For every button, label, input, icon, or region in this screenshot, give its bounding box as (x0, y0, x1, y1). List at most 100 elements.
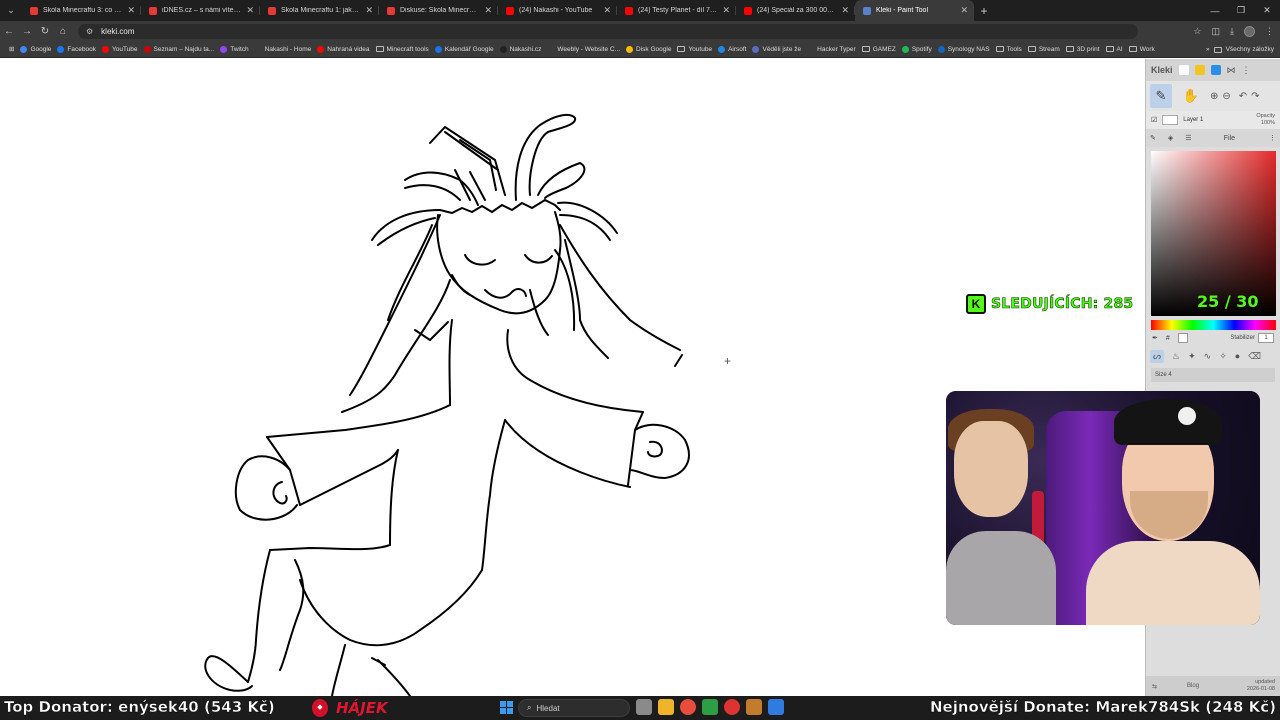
browser-tab[interactable]: Škola Minecraftu 1: jak přežít p ✕ (260, 0, 379, 21)
bookmark-item[interactable]: Hacker Typer (804, 45, 859, 53)
bookmark-item[interactable]: Weebly - Website C... (544, 45, 623, 53)
app-icon[interactable] (746, 699, 762, 715)
open-folder-icon[interactable] (1194, 65, 1205, 75)
all-bookmarks[interactable]: Všechny záložky (1226, 46, 1274, 53)
forward-icon[interactable]: → (18, 21, 36, 41)
back-icon[interactable]: ← (0, 21, 18, 41)
size-slider[interactable]: Size 4 (1151, 368, 1275, 382)
chemy-brush-icon[interactable]: ✧ (1219, 351, 1227, 362)
browser-tab[interactable]: (24) Speciál za 300 000 odběr ✕ (736, 0, 855, 21)
tab-close-icon[interactable]: ✕ (246, 5, 254, 16)
stabilizer-select[interactable]: 1 (1258, 333, 1274, 343)
tab-brush-icon[interactable]: ✎ (1150, 134, 1156, 142)
tab-search-icon[interactable]: ⌄ (0, 0, 22, 21)
site-info-icon[interactable]: ⚙ (86, 27, 93, 36)
more-icon[interactable]: ⋮ (1242, 65, 1251, 76)
star-icon[interactable]: ☆ (1193, 26, 1201, 37)
browser-tab[interactable]: Diskuse: Škola Minecraftu 1: jak ✕ (379, 0, 498, 21)
undo-icon[interactable]: ↶ (1239, 91, 1247, 102)
home-icon[interactable]: ⌂ (54, 21, 72, 41)
bookmark-item[interactable]: Minecraft tools (373, 46, 432, 53)
redo-icon[interactable]: ↷ (1251, 91, 1259, 102)
windows-start-icon[interactable] (500, 701, 513, 714)
bookmark-item[interactable]: Synology NAS (935, 45, 993, 53)
maximize-icon[interactable]: ❐ (1228, 0, 1254, 21)
bookmark-item[interactable]: Work (1126, 46, 1158, 53)
taskbar-search[interactable]: ⌕ Hledat (518, 699, 630, 717)
hand-tool-icon[interactable]: ✋ (1180, 84, 1202, 108)
bookmark-item[interactable]: Stream (1025, 46, 1063, 53)
browser-tab[interactable]: iDNES.cz – s námi víte víc ✕ (141, 0, 260, 21)
tab-close-icon[interactable]: ✕ (484, 5, 492, 16)
profile-avatar[interactable] (1244, 25, 1255, 37)
save-icon[interactable] (1210, 65, 1221, 75)
pixel-brush-icon[interactable]: ∿ (1204, 351, 1212, 362)
file-explorer-icon[interactable] (658, 699, 674, 715)
tab-adjust-icon[interactable]: ☰ (1185, 134, 1191, 142)
download-icon[interactable]: ⤓ (1230, 26, 1234, 37)
tab-menu-icon[interactable]: ⋮ (1269, 134, 1276, 142)
minimize-icon[interactable]: — (1202, 0, 1228, 21)
bookmark-item[interactable]: Nakashi - Home (252, 45, 315, 53)
browser-tab[interactable]: Škola Minecraftu 3: co platí no ✕ (22, 0, 141, 21)
tab-file[interactable]: File (1224, 135, 1235, 142)
layer-visibility-icon[interactable]: ☑ (1151, 116, 1157, 124)
browser-tab[interactable]: Kleki - Paint Tool ✕ (855, 0, 974, 21)
chrome-icon[interactable] (680, 699, 696, 715)
layer-row[interactable]: ☑ Layer 1 Opacity 100% (1146, 111, 1280, 129)
eyedropper-icon[interactable]: ✒ (1152, 334, 1158, 342)
excel-icon[interactable] (702, 699, 718, 715)
menu-icon[interactable]: ⋮ (1265, 26, 1274, 37)
more-bookmarks-icon[interactable]: » (1206, 46, 1210, 53)
bookmark-item[interactable]: Airsoft (715, 45, 749, 53)
blog-link[interactable]: Blog (1187, 683, 1199, 689)
bookmark-item[interactable]: Nakashi.cz (497, 45, 545, 53)
zoom-out-icon[interactable]: ⊖ (1222, 91, 1230, 102)
app-icon[interactable] (768, 699, 784, 715)
bookmark-item[interactable]: Seznam – Najdu ta... (141, 45, 218, 53)
task-view-icon[interactable] (636, 699, 652, 715)
pen-brush-icon[interactable]: ᔕ (1150, 349, 1165, 363)
bookmark-item[interactable]: GAMEZ (859, 46, 899, 53)
bookmark-item[interactable]: Disk Google (623, 45, 674, 53)
browser-tab[interactable]: (24) Nakashi - YouTube ✕ (498, 0, 617, 21)
bookmark-item[interactable]: Tools (993, 46, 1025, 53)
tab-close-icon[interactable]: ✕ (127, 5, 135, 16)
bookmark-item[interactable]: Google (17, 45, 54, 53)
sketchy-brush-icon[interactable]: ✦ (1188, 351, 1196, 362)
fullscreen-icon[interactable]: ⇆ (1152, 683, 1157, 690)
bookmark-item[interactable]: Youtube (674, 46, 715, 53)
new-image-icon[interactable] (1178, 65, 1189, 75)
hue-slider[interactable] (1151, 320, 1276, 330)
hex-icon[interactable]: # (1166, 335, 1170, 342)
browser-tab[interactable]: (24) Testy Planet - díl 7 - Finál ✕ (617, 0, 736, 21)
apps-icon[interactable]: ⊞ (6, 45, 17, 53)
bookmark-item[interactable]: Facebook (54, 45, 99, 53)
tab-close-icon[interactable]: ✕ (960, 5, 968, 16)
blend-brush-icon[interactable]: ♨ (1172, 351, 1180, 362)
new-tab-button[interactable]: + (974, 4, 994, 18)
bookmark-item[interactable]: Nahraná videa (314, 45, 372, 53)
tab-close-icon[interactable]: ✕ (603, 5, 611, 16)
bookmark-item[interactable]: Věděli jste že (749, 45, 804, 53)
bookmark-item[interactable]: Twitch (217, 45, 251, 53)
tab-close-icon[interactable]: ✕ (841, 5, 849, 16)
bookmark-item[interactable]: 3D print (1063, 46, 1103, 53)
tab-close-icon[interactable]: ✕ (365, 5, 373, 16)
close-window-icon[interactable]: ✕ (1254, 0, 1280, 21)
eraser-icon[interactable]: ⌫ (1248, 351, 1261, 362)
brush-tool-icon[interactable]: ✎ (1150, 84, 1172, 108)
share-icon[interactable]: ⋈ (1227, 65, 1236, 76)
bookmark-item[interactable]: YouTube (99, 45, 141, 53)
bookmark-item[interactable]: AI (1103, 46, 1126, 53)
url-field[interactable]: ⚙ kleki.com (78, 23, 1138, 39)
tab-close-icon[interactable]: ✕ (722, 5, 730, 16)
zoom-in-icon[interactable]: ⊕ (1210, 91, 1218, 102)
secondary-color-swatch[interactable] (1177, 333, 1188, 343)
bookmark-item[interactable]: Kalendář Google (432, 45, 497, 53)
app-icon[interactable] (724, 699, 740, 715)
reload-icon[interactable]: ↻ (36, 21, 54, 41)
bookmark-item[interactable]: Spotify (899, 45, 935, 53)
smudge-brush-icon[interactable]: ● (1235, 351, 1240, 361)
tab-layers-icon[interactable]: ◈ (1168, 134, 1173, 142)
